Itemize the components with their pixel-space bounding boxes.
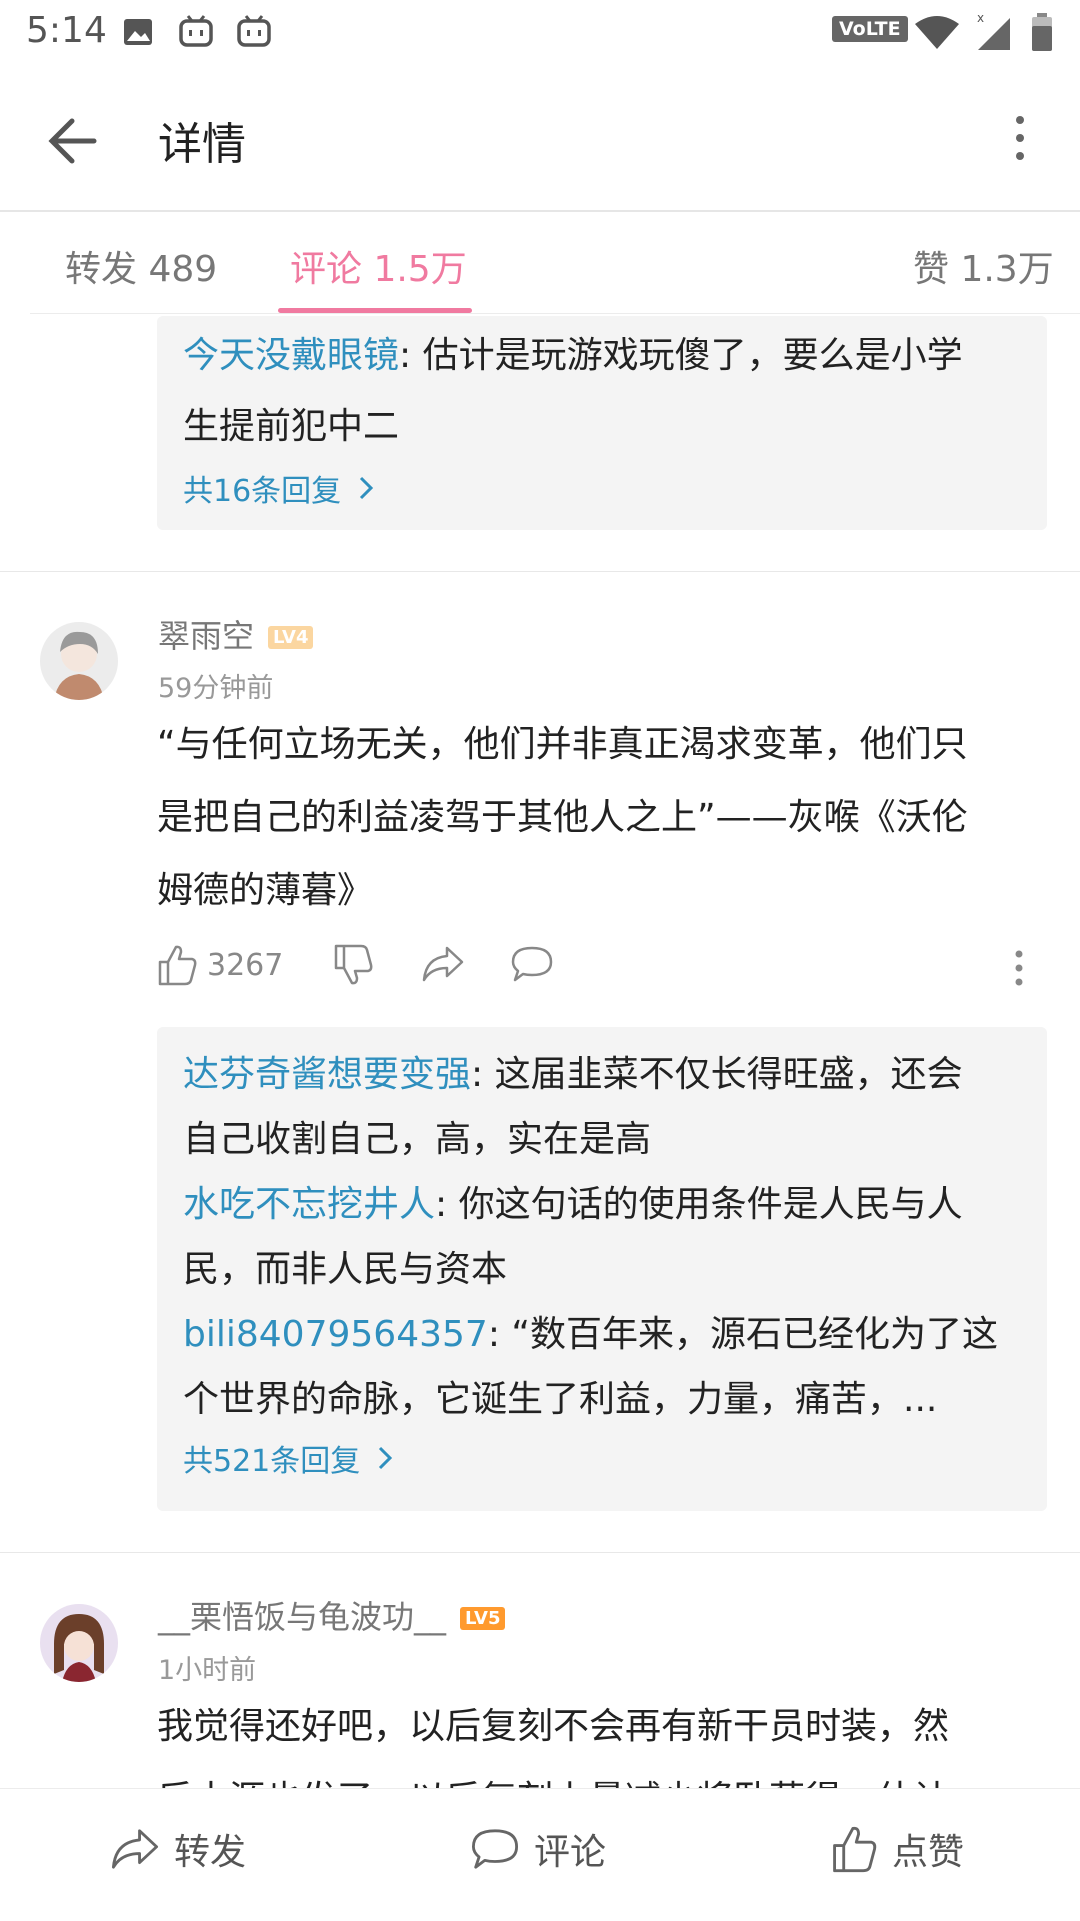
reply-username[interactable]: bili84079564357 [183, 1314, 488, 1355]
reply-item: 达芬奇酱想要变强: 这届韭菜不仅长得旺盛，还会 [183, 1039, 1023, 1110]
bilibili-notification-icon [178, 12, 214, 52]
tab-bar: 转发 489 评论 1.5万 赞 1.3万 [0, 212, 1080, 314]
comment-username[interactable]: 翠雨空 LV4 [158, 611, 314, 657]
reply-preview-box[interactable]: 今天没戴眼镜: 估计是玩游戏玩傻了，要么是小学 生提前犯中二 共16条回复 [157, 316, 1047, 530]
wifi-icon [914, 14, 960, 54]
reply-text-cont: 民，而非人民与资本 [183, 1249, 508, 1290]
like-label: 点赞 [892, 1832, 965, 1873]
signal-icon: x [976, 11, 1012, 56]
level-badge: LV5 [460, 1607, 506, 1630]
username-text: 翠雨空 [158, 617, 255, 655]
app-bar: 详情 [0, 66, 1080, 210]
image-notification-icon [122, 16, 154, 52]
bottom-action-bar: 转发 评论 点赞 [0, 1788, 1080, 1921]
comment-divider [0, 1552, 1080, 1553]
share-icon [422, 946, 464, 982]
page-title: 详情 [158, 119, 246, 170]
status-bar: 5:14 VoLTE x [0, 0, 1080, 66]
comment-line: 我觉得还好吧，以后复刻不会再有新干员时装，然 [157, 1706, 950, 1747]
repost-label: 转发 [174, 1832, 247, 1873]
reply-item: 水吃不忘挖井人: 你这句话的使用条件是人民与人 [183, 1170, 1023, 1240]
comment-time: 59分钟前 [158, 673, 274, 704]
thumb-up-icon [833, 1826, 877, 1873]
view-more-replies-label: 共521条回复 [183, 1444, 361, 1479]
dislike-button[interactable] [333, 944, 373, 986]
reply-username[interactable]: 今天没戴眼镜 [183, 335, 399, 376]
comment-bubble-icon [471, 1829, 519, 1869]
more-vert-icon [1015, 950, 1023, 986]
chevron-right-icon [360, 476, 374, 500]
tabs-divider [30, 313, 1080, 314]
svg-text:x: x [977, 12, 984, 25]
comment-username[interactable]: __栗悟饭与龟波功__ LV5 [158, 1592, 506, 1638]
like-post-button[interactable]: 点赞 [830, 1823, 964, 1875]
comment-line: 后土源也发了，以后复刻上量减少将卧薪得，估计 [157, 1763, 1037, 1788]
repost-button[interactable]: 转发 [110, 1823, 246, 1875]
comment-actions: 3267 [157, 944, 1047, 994]
reply-text: : 估计是玩游戏玩傻了，要么是小学 [399, 335, 963, 376]
tab-likes[interactable]: 赞 1.3万 [913, 240, 1054, 292]
back-button[interactable] [40, 106, 110, 176]
like-button[interactable]: 3267 [157, 944, 283, 986]
more-vert-icon [1016, 116, 1024, 124]
avatar[interactable] [40, 1604, 118, 1682]
reply-text-cont: 个世界的命脉，它诞生了利益，力量，痛苦，... [183, 1379, 938, 1420]
bilibili-notification-icon-2 [236, 12, 272, 52]
reply-text: : 这届韭菜不仅长得旺盛，还会 [471, 1054, 963, 1095]
view-more-replies-link[interactable]: 共16条回复 [183, 466, 1047, 510]
comment-more-button[interactable] [1013, 949, 1025, 987]
arrow-back-icon [48, 118, 97, 164]
share-icon [111, 1829, 159, 1869]
comment-time: 1小时前 [158, 1655, 257, 1686]
reply-preview-box[interactable]: 达芬奇酱想要变强: 这届韭菜不仅长得旺盛，还会 自己收割自己，高，实在是高 水吃… [157, 1027, 1047, 1511]
reply-username[interactable]: 达芬奇酱想要变强 [183, 1054, 471, 1095]
comment-divider [0, 571, 1080, 572]
reply-text: : “数百年来，源石已经化为了这 [487, 1314, 999, 1355]
volte-indicator: VoLTE [832, 16, 908, 42]
thumb-up-icon [158, 945, 197, 986]
comment-line: 姆德的薄暮》 [157, 870, 374, 911]
chevron-right-icon [379, 1446, 393, 1470]
thumb-down-icon [334, 944, 373, 985]
comment-bubble-icon [511, 946, 553, 982]
reply-button[interactable] [510, 944, 554, 984]
battery-icon [1030, 12, 1054, 56]
status-time: 5:14 [26, 10, 107, 51]
view-more-replies-label: 共16条回复 [183, 474, 342, 509]
view-more-replies-link[interactable]: 共521条回复 [183, 1436, 1047, 1480]
comment-text: “与任何立场无关，他们并非真正渴求变革，他们只 是把自己的利益凌驾于其他人之上”… [157, 708, 1037, 927]
username-text: __栗悟饭与龟波功__ [158, 1598, 447, 1636]
comment-label: 评论 [534, 1832, 607, 1873]
reply-item: bili84079564357: “数百年来，源石已经化为了这 [183, 1300, 1023, 1370]
comment-line: “与任何立场无关，他们并非真正渴求变革，他们只 [157, 724, 968, 765]
reply-item: 今天没戴眼镜: 估计是玩游戏玩傻了，要么是小学 [183, 320, 1023, 391]
avatar[interactable] [40, 622, 118, 700]
comment-text: 我觉得还好吧，以后复刻不会再有新干员时装，然 后土源也发了，以后复刻上量减少将卧… [157, 1690, 1037, 1788]
reply-username[interactable]: 水吃不忘挖井人 [183, 1184, 435, 1225]
tab-reposts[interactable]: 转发 489 [65, 240, 217, 292]
comment-line: 是把自己的利益凌驾于其他人之上”——灰喉《沃伦 [157, 797, 968, 838]
more-options-button[interactable] [1000, 106, 1040, 176]
tab-comments[interactable]: 评论 1.5万 [290, 240, 467, 292]
share-button[interactable] [421, 944, 465, 984]
like-count: 3267 [207, 947, 284, 983]
reply-text-cont: 自己收割自己，高，实在是高 [183, 1119, 652, 1160]
comment-button[interactable]: 评论 [470, 1823, 606, 1875]
reply-text: : 你这句话的使用条件是人民与人 [435, 1184, 963, 1225]
level-badge: LV4 [268, 626, 314, 649]
reply-text-cont: 生提前犯中二 [183, 406, 400, 447]
